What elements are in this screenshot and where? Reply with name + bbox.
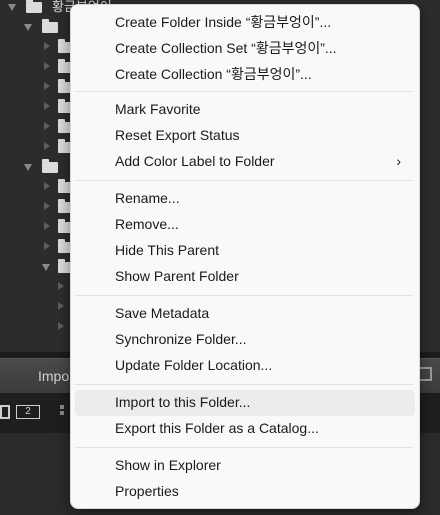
menu-item-label: Mark Favorite xyxy=(115,101,201,117)
collapsed-triangle-icon[interactable] xyxy=(44,122,50,130)
menu-item-label: Add Color Label to Folder xyxy=(115,153,275,169)
collapsed-triangle-icon[interactable] xyxy=(44,62,50,70)
expand-triangle-icon[interactable] xyxy=(24,164,32,171)
expand-triangle-icon[interactable] xyxy=(42,264,50,271)
menu-item-label: Export this Folder as a Catalog... xyxy=(115,420,319,436)
menu-item-label: Create Folder Inside “황금부엉이”... xyxy=(115,14,332,30)
menu-item-label: Show Parent Folder xyxy=(115,268,239,284)
menu-separator xyxy=(75,295,413,296)
menu-item-rename[interactable]: Rename... xyxy=(75,186,415,212)
collapsed-triangle-icon[interactable] xyxy=(44,82,50,90)
menu-separator xyxy=(75,447,413,448)
menu-item-label: Synchronize Folder... xyxy=(115,331,247,347)
menu-separator xyxy=(75,91,413,92)
menu-separator xyxy=(75,384,413,385)
menu-item-synchronize-folder[interactable]: Synchronize Folder... xyxy=(75,327,415,353)
grid-icon[interactable] xyxy=(60,405,70,419)
menu-item-label: Update Folder Location... xyxy=(115,357,273,373)
menu-item-create-folder-inside[interactable]: Create Folder Inside “황금부엉이”... xyxy=(75,8,415,34)
menu-item-properties[interactable]: Properties xyxy=(75,479,415,505)
menu-item-create-collection-set[interactable]: Create Collection Set “황금부엉이”... xyxy=(75,34,415,60)
collapsed-triangle-icon[interactable] xyxy=(44,102,50,110)
menu-item-label: Create Collection “황금부엉이”... xyxy=(115,66,312,82)
menu-item-label: Remove... xyxy=(115,216,179,232)
menu-item-create-collection[interactable]: Create Collection “황금부엉이”... xyxy=(75,60,415,86)
collapsed-triangle-icon[interactable] xyxy=(44,142,50,150)
menu-item-export-as-catalog[interactable]: Export this Folder as a Catalog... xyxy=(75,416,415,442)
folder-icon xyxy=(26,0,42,13)
collapsed-triangle-icon[interactable] xyxy=(58,282,64,290)
collapsed-triangle-icon[interactable] xyxy=(58,322,64,330)
menu-item-import-to-folder[interactable]: Import to this Folder... xyxy=(75,390,415,416)
context-menu: Create Folder Inside “황금부엉이”... Create C… xyxy=(70,4,420,509)
menu-item-label: Import to this Folder... xyxy=(115,394,251,410)
menu-item-hide-this-parent[interactable]: Hide This Parent xyxy=(75,238,415,264)
menu-item-label: Save Metadata xyxy=(115,305,210,321)
screen-2-button[interactable]: 2 xyxy=(16,405,40,419)
import-button[interactable]: Impo xyxy=(38,368,69,384)
menu-item-mark-favorite[interactable]: Mark Favorite xyxy=(75,97,415,123)
collapsed-triangle-icon[interactable] xyxy=(58,302,64,310)
menu-item-show-parent-folder[interactable]: Show Parent Folder xyxy=(75,264,415,290)
collapsed-triangle-icon[interactable] xyxy=(44,242,50,250)
menu-item-remove[interactable]: Remove... xyxy=(75,212,415,238)
folder-icon xyxy=(42,19,58,33)
menu-item-label: Create Collection Set “황금부엉이”... xyxy=(115,40,337,56)
menu-item-label: Properties xyxy=(115,483,179,499)
menu-item-label: Hide This Parent xyxy=(115,242,220,258)
grid-view-icon[interactable] xyxy=(418,367,432,381)
menu-item-update-folder-location[interactable]: Update Folder Location... xyxy=(75,353,415,379)
menu-item-show-in-explorer[interactable]: Show in Explorer xyxy=(75,453,415,479)
chevron-right-icon: › xyxy=(396,153,401,169)
collapsed-triangle-icon[interactable] xyxy=(44,222,50,230)
collapsed-triangle-icon[interactable] xyxy=(44,202,50,210)
menu-item-label: Reset Export Status xyxy=(115,127,240,143)
menu-item-label: Show in Explorer xyxy=(115,457,221,473)
expand-triangle-icon[interactable] xyxy=(8,4,16,11)
menu-separator xyxy=(75,180,413,181)
screen-1-icon[interactable] xyxy=(0,405,10,419)
collapsed-triangle-icon[interactable] xyxy=(44,182,50,190)
menu-item-label: Rename... xyxy=(115,190,180,206)
menu-item-add-color-label[interactable]: Add Color Label to Folder › xyxy=(75,149,415,175)
menu-item-reset-export-status[interactable]: Reset Export Status xyxy=(75,123,415,149)
expand-triangle-icon[interactable] xyxy=(24,24,32,31)
folder-icon xyxy=(42,159,58,173)
collapsed-triangle-icon[interactable] xyxy=(44,42,50,50)
menu-item-save-metadata[interactable]: Save Metadata xyxy=(75,301,415,327)
